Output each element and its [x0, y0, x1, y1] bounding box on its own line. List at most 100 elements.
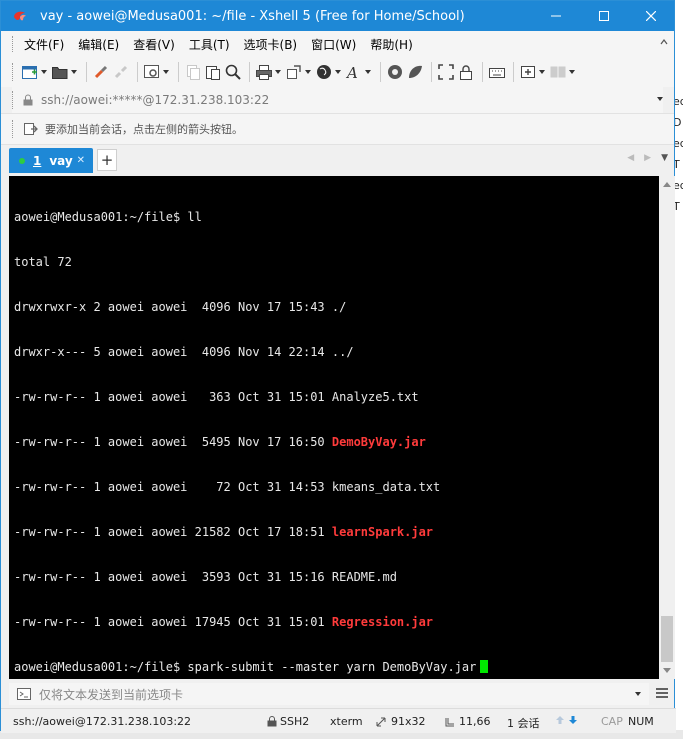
compose-bar: 仅将文本发送到当前选项卡: [9, 682, 675, 706]
menu-view[interactable]: 查看(V): [133, 36, 175, 53]
menu-grip[interactable]: [12, 36, 15, 52]
lock-button[interactable]: [457, 61, 475, 83]
file-name: README.md: [331, 570, 397, 584]
script-button[interactable]: [406, 61, 424, 83]
menu-tab[interactable]: 选项卡(B): [244, 36, 298, 53]
protocol-label: SSH2: [280, 715, 310, 728]
paste-icon: [206, 66, 220, 80]
globe-icon: [317, 65, 331, 79]
status-transfer: [555, 715, 578, 725]
close-icon: [646, 11, 656, 21]
jar-file-name: Regression.jar: [331, 615, 434, 629]
find-button[interactable]: [224, 61, 242, 83]
menu-file[interactable]: 文件(F): [24, 36, 64, 53]
tab-bar: 1 vay ✕ + ◀ ▶ ▼: [1, 144, 674, 173]
xftp-icon: [388, 65, 402, 79]
tab-vay[interactable]: 1 vay ✕: [9, 148, 93, 173]
file-meta: -rw-rw-r-- 1 aowei aowei 21582 Oct 17 18…: [14, 525, 332, 539]
print-button[interactable]: [255, 61, 283, 83]
plus-box-icon: [521, 66, 535, 78]
copy-button: [184, 61, 202, 83]
reconnect-icon: [94, 65, 108, 79]
fullscreen-icon: [438, 64, 454, 80]
scroll-thumb[interactable]: [661, 616, 673, 662]
size-label: 91x32: [391, 715, 426, 728]
compose-dropdown-icon[interactable]: [635, 692, 641, 696]
compose-placeholder: 仅将文本发送到当前选项卡: [39, 687, 184, 702]
resize-icon: [376, 717, 386, 726]
svg-text:A: A: [345, 64, 358, 81]
properties-button[interactable]: [143, 61, 171, 83]
scroll-up-icon[interactable]: [663, 182, 671, 187]
window-title: vay - aowei@Medusa001: ~/file - Xshell 5…: [40, 8, 465, 24]
paste-button[interactable]: [204, 61, 222, 83]
menu-window[interactable]: 窗口(W): [311, 36, 356, 53]
file-meta: -rw-rw-r-- 1 aowei aowei 3593 Oct 31 15:…: [14, 570, 332, 584]
xftp-button[interactable]: [386, 61, 404, 83]
tab-label: vay: [49, 153, 73, 168]
session-hint-bar: 要添加当前会话，点击左侧的箭头按钮。: [1, 113, 674, 144]
hamburger-menu-icon[interactable]: [656, 687, 668, 699]
toolbar: A: [1, 57, 674, 87]
new-tab-button[interactable]: +: [97, 149, 117, 171]
status-bar: ssh://aowei@172.31.238.103:22 SSH2 xterm…: [1, 708, 676, 733]
open-button[interactable]: [51, 61, 79, 83]
reconnect-button[interactable]: [92, 61, 110, 83]
status-address: ssh://aowei@172.31.238.103:22: [13, 715, 192, 728]
minimize-button[interactable]: [533, 1, 579, 31]
transfer-button[interactable]: [285, 61, 313, 83]
address-input[interactable]: ssh://aowei:*****@172.31.238.103:22: [41, 93, 269, 107]
new-session-icon: [22, 66, 37, 79]
xshell-logo-icon: [14, 11, 26, 21]
terminal-line: total 72: [14, 255, 72, 269]
globe-button[interactable]: [315, 61, 343, 83]
tab-navigation: ◀ ▶ ▼: [627, 153, 668, 163]
scroll-down-icon[interactable]: [663, 668, 671, 673]
terminal-scrollbar[interactable]: [659, 176, 675, 679]
compose-keyboard-icon: [17, 688, 31, 700]
address-grip[interactable]: [12, 91, 15, 109]
layout-icon: [550, 66, 566, 78]
file-meta: -rw-rw-r-- 1 aowei aowei 5495 Nov 17 16:…: [14, 435, 332, 449]
toolbar-grip[interactable]: [12, 63, 15, 81]
address-dropdown-icon[interactable]: [657, 97, 663, 101]
leaf-icon: [409, 65, 422, 78]
collapse-ribbon-icon[interactable]: [660, 36, 668, 48]
font-button[interactable]: A: [345, 61, 373, 83]
jar-file-name: DemoByVay.jar: [331, 435, 426, 449]
status-lock-icon: [267, 716, 277, 727]
command-text: aowei@Medusa001:~/file$ spark-submit --m…: [14, 660, 477, 674]
tab-prev-icon[interactable]: ◀: [627, 153, 634, 163]
file-meta: -rw-rw-r-- 1 aowei aowei 363 Oct 31 15:0…: [14, 390, 332, 404]
download-arrow-icon: [569, 716, 577, 724]
add-session-arrow-icon[interactable]: [23, 121, 39, 137]
command-line: aowei@Medusa001:~/file$ spark-submit --m…: [14, 660, 489, 675]
maximize-button[interactable]: [581, 1, 627, 31]
menu-help[interactable]: 帮助(H): [370, 36, 412, 53]
menu-tools[interactable]: 工具(T): [189, 36, 230, 53]
folder-open-icon: [52, 67, 68, 79]
terminal-output: aowei@Medusa001:~/file$ ll total 72 drwx…: [14, 180, 489, 679]
maximize-icon: [599, 11, 609, 21]
title-bar[interactable]: vay - aowei@Medusa001: ~/file - Xshell 5…: [1, 1, 674, 31]
minimize-icon: [551, 15, 561, 17]
file-row: -rw-rw-r-- 1 aowei aowei 3593 Oct 31 15:…: [14, 570, 488, 585]
add-button[interactable]: [519, 61, 547, 83]
menu-edit[interactable]: 编辑(E): [78, 36, 119, 53]
menu-bar: 文件(F) 编辑(E) 查看(V) 工具(T) 选项卡(B) 窗口(W) 帮助(…: [1, 31, 674, 57]
close-button[interactable]: [628, 1, 674, 31]
jar-file-name: learnSpark.jar: [331, 525, 434, 539]
terminal-line: aowei@Medusa001:~/file$ ll: [14, 210, 202, 224]
terminal-view[interactable]: aowei@Medusa001:~/file$ ll total 72 drwx…: [9, 176, 659, 679]
hint-grip[interactable]: [12, 120, 15, 138]
file-row: -rw-rw-r-- 1 aowei aowei 5495 Nov 17 16:…: [14, 435, 488, 450]
lock-icon: [460, 65, 472, 80]
keyboard-button[interactable]: [488, 61, 506, 83]
keyboard-icon: [489, 68, 505, 78]
fullscreen-button[interactable]: [437, 61, 455, 83]
tab-close-icon[interactable]: ✕: [77, 155, 85, 166]
compose-input[interactable]: 仅将文本发送到当前选项卡: [9, 683, 649, 705]
tab-next-icon[interactable]: ▶: [644, 153, 651, 163]
new-session-button[interactable]: [21, 61, 49, 83]
tab-list-icon[interactable]: ▼: [661, 153, 668, 163]
